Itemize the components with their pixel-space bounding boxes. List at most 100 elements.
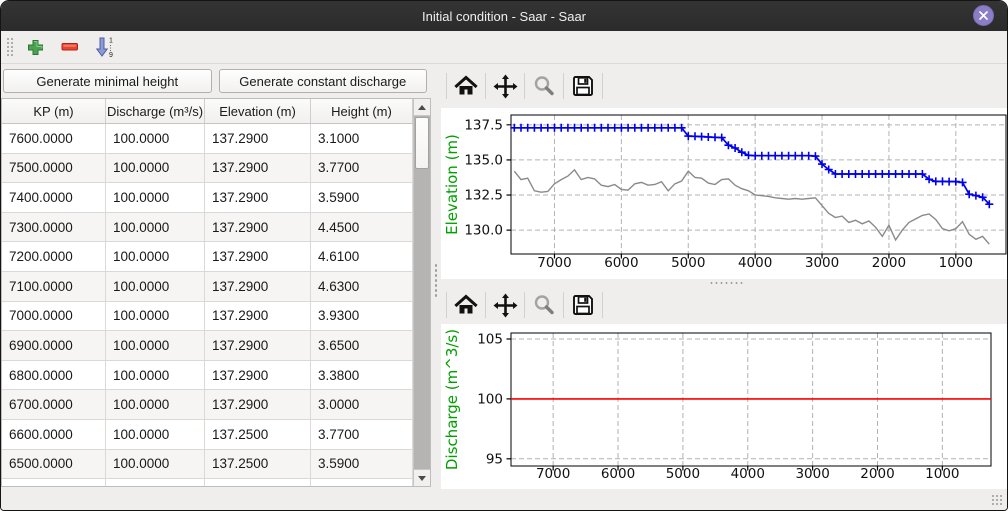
table-cell[interactable]: 3.7700 [311,420,413,450]
table-cell[interactable] [2,479,106,487]
scroll-up-button[interactable] [414,99,430,116]
home-button[interactable] [450,70,482,102]
column-header-elevation[interactable]: Elevation (m) [205,99,311,123]
table-cell[interactable]: 137.2900 [205,242,311,272]
table-cell[interactable]: 137.2900 [205,390,311,420]
table-cell[interactable]: 137.2900 [205,154,311,184]
sort-top-label: 1 [109,38,113,45]
add-row-button[interactable] [22,34,48,60]
table-cell[interactable]: 100.0000 [106,450,205,480]
table-cell[interactable]: 7500.0000 [2,154,106,184]
table-cell[interactable]: 3.3800 [311,361,413,391]
zoom-button[interactable] [528,289,560,321]
table-cell[interactable]: 4.4500 [311,213,413,243]
table-row[interactable]: 6500.0000100.0000137.25003.5900 [2,450,430,480]
table-cell[interactable]: 3.5900 [311,450,413,480]
zoom-button[interactable] [528,70,560,102]
home-button[interactable] [450,289,482,321]
table-cell[interactable]: 100.0000 [106,390,205,420]
table-row-partial[interactable] [2,479,430,487]
table-cell[interactable]: 137.2900 [205,272,311,302]
table-cell[interactable]: 100.0000 [106,420,205,450]
table-cell[interactable]: 100.0000 [106,331,205,361]
table-cell[interactable]: 100.0000 [106,154,205,184]
arrow-down-icon [418,476,426,481]
table-cell[interactable]: 137.2900 [205,331,311,361]
table-row[interactable]: 6800.0000100.0000137.29003.3800 [2,361,430,391]
svg-text:4000: 4000 [731,466,765,482]
table-cell[interactable]: 137.2900 [205,183,311,213]
column-header-kp[interactable]: KP (m) [2,99,106,123]
table-cell[interactable]: 7300.0000 [2,213,106,243]
pan-button[interactable] [489,289,521,321]
table-row[interactable]: 7300.0000100.0000137.29004.4500 [2,213,430,243]
table-cell[interactable]: 6900.0000 [2,331,106,361]
table-row[interactable]: 7200.0000100.0000137.29004.6100 [2,242,430,272]
table-cell[interactable]: 137.2500 [205,450,311,480]
save-button[interactable] [567,70,599,102]
discharge-chart[interactable]: 700060005000400030002000100010510095Disc… [441,324,1008,491]
table-cell[interactable]: 6500.0000 [2,450,106,480]
elevation-plot-canvas[interactable]: 7000600050004000300020001000137.5135.013… [441,108,1007,279]
table-row[interactable]: 7000.0000100.0000137.29003.9300 [2,302,430,332]
table-cell[interactable]: 137.2900 [205,361,311,391]
table-cell[interactable]: 6800.0000 [2,361,106,391]
table-cell[interactable]: 3.0000 [311,390,413,420]
table-row[interactable]: 7100.0000100.0000137.29004.6300 [2,272,430,302]
table-cell[interactable]: 100.0000 [106,213,205,243]
table-cell[interactable]: 100.0000 [106,302,205,332]
discharge-plot-canvas[interactable]: 700060005000400030002000100010510095Disc… [441,324,1007,489]
table-cell[interactable] [311,479,413,487]
scroll-down-button[interactable] [414,469,430,486]
plots-splitter[interactable] [441,279,1007,286]
table-cell[interactable]: 100.0000 [106,124,205,154]
table-cell[interactable]: 137.2900 [205,124,311,154]
table-row[interactable]: 7500.0000100.0000137.29003.7700 [2,154,430,184]
table-cell[interactable]: 137.2900 [205,302,311,332]
table-cell[interactable]: 3.6500 [311,331,413,361]
titlebar[interactable]: Initial condition - Saar - Saar [1,1,1007,31]
table-cell[interactable]: 7200.0000 [2,242,106,272]
table-cell[interactable]: 3.9300 [311,302,413,332]
table-cell[interactable]: 100.0000 [106,361,205,391]
table-row[interactable]: 6900.0000100.0000137.29003.6500 [2,331,430,361]
table-row[interactable]: 7600.0000100.0000137.29003.1000 [2,124,430,154]
table-cell[interactable]: 7600.0000 [2,124,106,154]
table-cell[interactable]: 3.7700 [311,154,413,184]
table-cell[interactable]: 7400.0000 [2,183,106,213]
table-cell[interactable] [106,479,205,487]
table-row[interactable]: 7400.0000100.0000137.29003.5900 [2,183,430,213]
generate-minimal-height-button[interactable]: Generate minimal height [3,69,212,93]
scrollbar-thumb[interactable] [415,117,429,169]
save-button[interactable] [567,289,599,321]
svg-text:5000: 5000 [671,255,705,271]
toolbar-drag-handle[interactable] [6,37,14,57]
table-cell[interactable] [205,479,311,487]
elevation-chart[interactable]: 7000600050004000300020001000137.5135.013… [441,108,1008,279]
table-cell[interactable]: 137.2900 [205,213,311,243]
table-cell[interactable]: 4.6100 [311,242,413,272]
generate-constant-discharge-button[interactable]: Generate constant discharge [219,69,428,93]
table-cell[interactable]: 7100.0000 [2,272,106,302]
table-cell[interactable]: 3.1000 [311,124,413,154]
table-cell[interactable]: 100.0000 [106,272,205,302]
table-cell[interactable]: 100.0000 [106,183,205,213]
table-cell[interactable]: 3.5900 [311,183,413,213]
table-cell[interactable]: 137.2500 [205,420,311,450]
close-button[interactable] [973,5,994,26]
table-row[interactable]: 6700.0000100.0000137.29003.0000 [2,390,430,420]
pan-button[interactable] [489,70,521,102]
table-cell[interactable]: 6600.0000 [2,420,106,450]
table-vertical-scrollbar[interactable] [413,99,430,486]
sort-rows-button[interactable]: 1 9 [92,34,118,60]
table-cell[interactable]: 6700.0000 [2,390,106,420]
table-cell[interactable]: 4.6300 [311,272,413,302]
column-header-discharge[interactable]: Discharge (m³/s) [106,99,205,123]
resize-grip-icon[interactable] [991,494,1004,507]
table-row[interactable]: 6600.0000100.0000137.25003.7700 [2,420,430,450]
table-cell[interactable]: 7000.0000 [2,302,106,332]
table-cell[interactable]: 100.0000 [106,242,205,272]
remove-row-button[interactable] [57,34,83,60]
panel-splitter[interactable] [431,64,441,489]
column-header-height[interactable]: Height (m) [311,99,413,123]
